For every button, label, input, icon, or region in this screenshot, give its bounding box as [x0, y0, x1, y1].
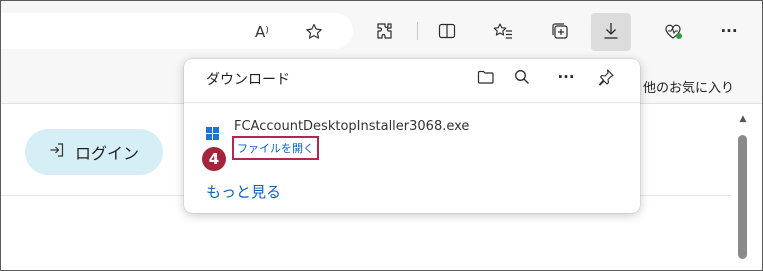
favorite-star-icon[interactable]	[303, 21, 325, 43]
downloads-icon	[597, 18, 625, 44]
installer-file-icon	[206, 127, 220, 141]
open-file-link[interactable]: ファイルを開く	[232, 136, 319, 160]
downloads-more-icon[interactable]: ···	[552, 63, 580, 91]
see-more-link[interactable]: もっと見る	[206, 181, 281, 202]
address-bar[interactable]: A⁾	[1, 13, 353, 49]
downloads-button[interactable]	[591, 13, 631, 51]
search-icon[interactable]	[508, 63, 536, 91]
browser-essentials-icon[interactable]	[659, 18, 687, 44]
pin-icon[interactable]	[592, 63, 620, 91]
scrollbar-thumb[interactable]	[738, 135, 747, 259]
browser-toolbar: A⁾ ···	[1, 1, 762, 59]
scroll-up-arrow-icon[interactable]: ▲	[737, 114, 749, 124]
step-number-badge: 4	[202, 147, 226, 171]
favorites-icon[interactable]	[489, 18, 517, 44]
browser-window: A⁾ ··· 他のお気に入り ログイン ▲ ダウンロード ··· FCAccou…	[0, 0, 763, 271]
read-aloud-icon[interactable]: A⁾	[251, 21, 273, 43]
open-folder-icon[interactable]	[472, 63, 500, 91]
downloads-flyout: ダウンロード ··· FCAccountDesktopInstaller3068…	[184, 59, 640, 213]
login-icon	[49, 142, 65, 162]
flyout-divider	[184, 102, 640, 103]
other-favorites-link[interactable]: 他のお気に入り	[643, 77, 734, 96]
more-icon[interactable]: ···	[715, 18, 743, 44]
collections-icon[interactable]	[546, 18, 574, 44]
downloads-title: ダウンロード	[206, 72, 290, 88]
login-label: ログイン	[74, 144, 139, 163]
extensions-icon[interactable]	[371, 18, 399, 44]
toolbar-separator	[417, 22, 418, 40]
split-screen-icon[interactable]	[433, 18, 461, 44]
login-button[interactable]: ログイン	[25, 129, 163, 175]
download-file-name[interactable]: FCAccountDesktopInstaller3068.exe	[234, 119, 469, 134]
